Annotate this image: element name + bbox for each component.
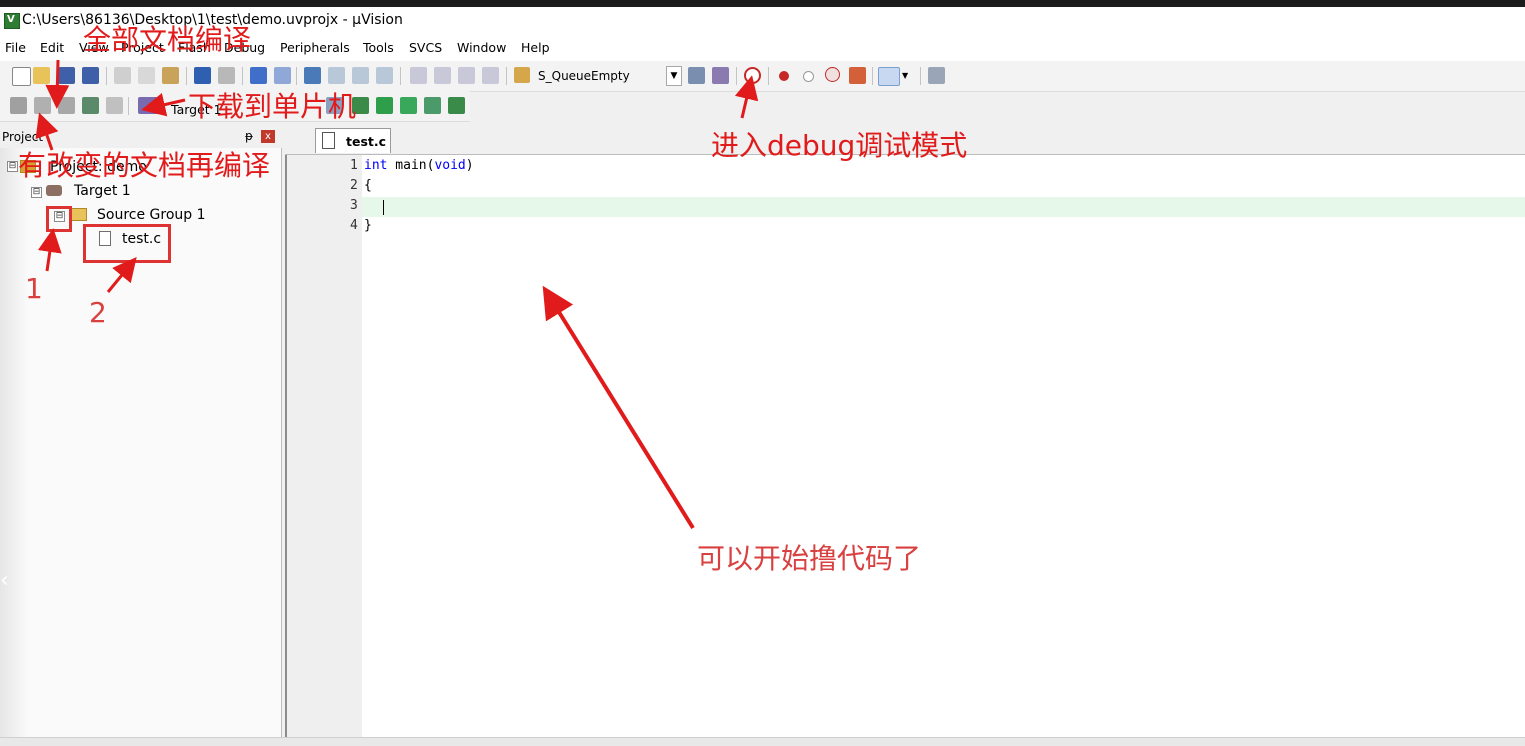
- arrow-start-coding: [542, 285, 695, 530]
- annotation-rebuild-all: 全部文档编译: [83, 23, 252, 56]
- annotation-download: 下载到单片机: [188, 90, 357, 123]
- arrow-rebuild-all: [45, 59, 70, 109]
- arrow-num1: [37, 228, 62, 272]
- arrow-debug: [734, 75, 759, 119]
- annotation-number-2: 2: [89, 296, 107, 329]
- annotation-debug-mode: 进入debug调试模式: [711, 129, 968, 162]
- arrow-num2: [106, 257, 137, 293]
- annotation-start-coding: 可以开始撸代码了: [697, 542, 922, 575]
- arrow-download: [141, 92, 186, 117]
- annotation-build-changed: 有改变的文档再编译: [18, 149, 271, 182]
- annotation-number-1: 1: [25, 272, 43, 305]
- arrow-build-changed: [35, 112, 59, 151]
